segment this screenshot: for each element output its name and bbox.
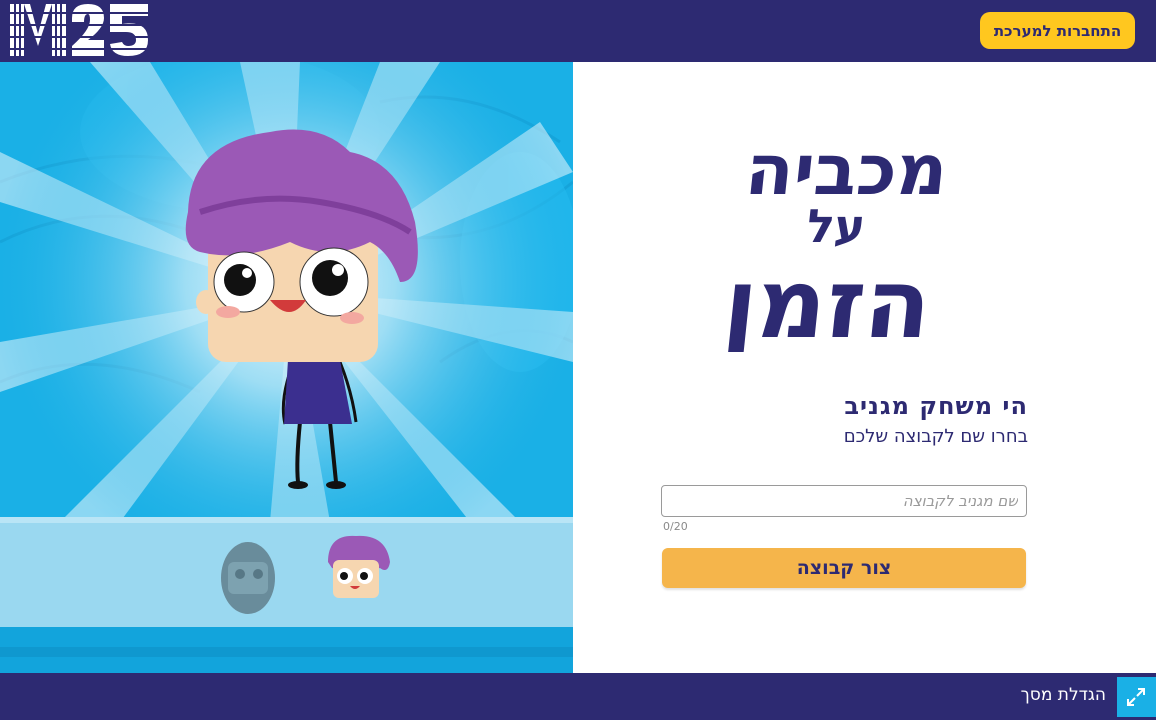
team-setup-panel: מכביה על הזמן הי משחק מגניב בחרו שם לקבו… (573, 62, 1156, 673)
floor-platform (0, 519, 573, 629)
top-bar: התחברות למערכת (0, 0, 1156, 62)
game-logo-line-2: על (804, 199, 868, 253)
expand-icon (1127, 688, 1145, 706)
character-scene (0, 62, 573, 673)
fullscreen-button[interactable] (1117, 677, 1156, 717)
page-subheadline: בחרו שם לקבוצה שלכם (843, 426, 1028, 447)
fullscreen-label[interactable]: הגדלת מסך (1021, 685, 1106, 705)
game-logo-line-3: הזמן (719, 248, 938, 352)
game-logo: מכביה על הזמן (719, 129, 952, 352)
m25-logo[interactable] (8, 0, 150, 60)
login-button[interactable]: התחברות למערכת (980, 12, 1135, 49)
team-name-input[interactable] (661, 485, 1027, 517)
page-headline: הי משחק מגניב (844, 392, 1028, 420)
avatar-option-girl[interactable] (221, 542, 275, 614)
create-team-button[interactable]: צור קבוצה (662, 548, 1026, 588)
bottom-bar: הגדלת מסך (0, 673, 1156, 720)
character-counter: 0/20 (663, 520, 688, 533)
